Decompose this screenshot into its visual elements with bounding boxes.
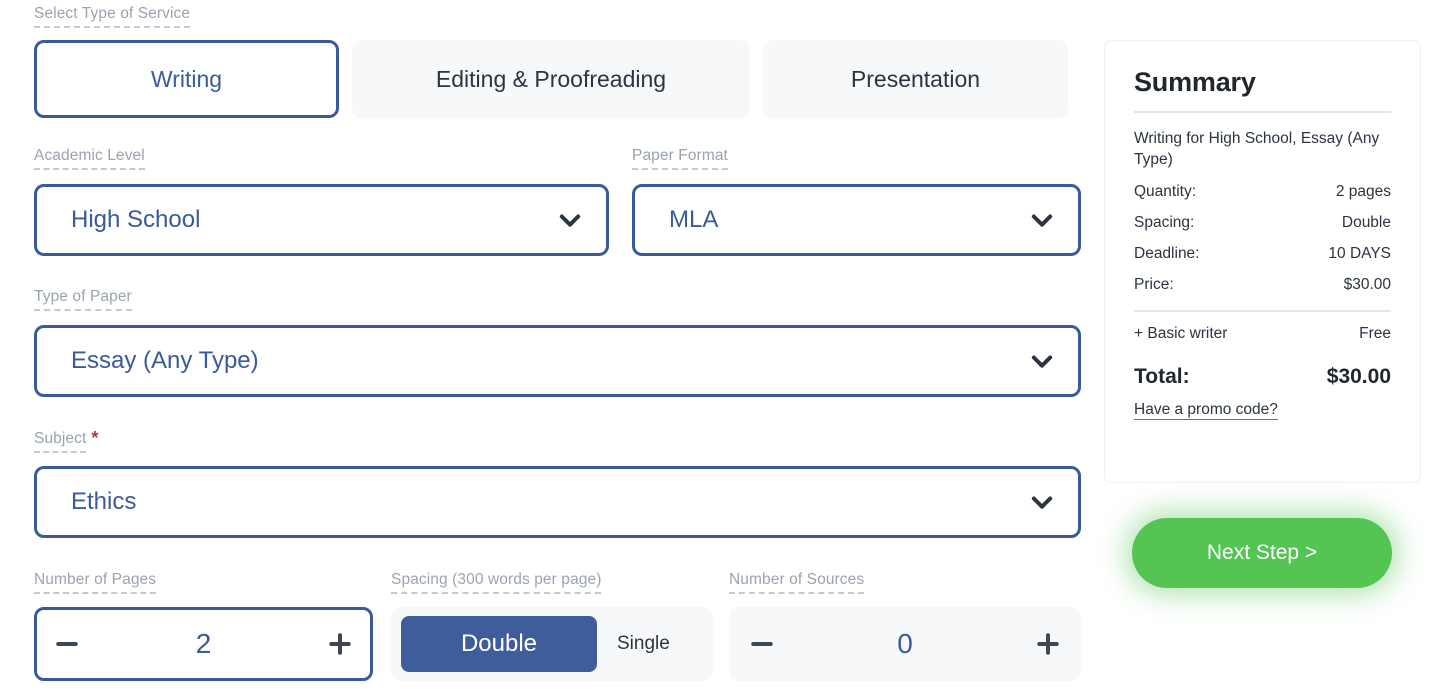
number-of-pages-stepper: 2 [34,607,373,681]
summary-row-spacing: Spacing: Double [1134,214,1391,232]
order-form-page: Select Type of Service Writing Editing &… [0,0,1438,700]
summary-title: Summary [1134,67,1256,97]
academic-level-label: Academic Level [34,147,145,170]
number-of-sources-stepper: 0 [729,607,1081,681]
number-of-sources-label: Number of Sources [729,571,865,594]
tab-presentation[interactable]: Presentation [763,40,1068,118]
summary-row-addon-value: Free [1359,325,1391,342]
paper-format-label: Paper Format [632,147,728,170]
tab-editing-proofreading-label: Editing & Proofreading [435,65,667,92]
summary-row-price-label: Price: [1134,276,1174,293]
paper-format-label-wrap: Paper Format [632,147,728,170]
minus-icon[interactable] [732,610,792,678]
chevron-down-icon [1028,347,1056,375]
summary-row-addon-label: + Basic writer [1134,325,1228,342]
tab-writing[interactable]: Writing [34,40,339,118]
number-of-pages-label-wrap: Number of Pages [34,571,157,594]
chevron-down-icon [1028,488,1056,516]
academic-level-select[interactable]: High School [34,184,609,256]
summary-card: Summary Writing for High School, Essay (… [1104,40,1421,483]
type-of-paper-select[interactable]: Essay (Any Type) [34,325,1081,397]
spacing-option-double-label: Double [460,630,538,657]
spacing-option-single[interactable]: Single [597,616,690,672]
next-step-button-wrap: Next Step > [1132,518,1392,588]
summary-row-quantity-value: 2 pages [1335,183,1391,200]
paper-format-value: MLA [669,206,719,233]
plus-icon[interactable] [1018,610,1078,678]
summary-row-quantity-label: Quantity: [1134,183,1197,200]
summary-row-deadline: Deadline: 10 DAYS [1134,245,1391,263]
next-step-button[interactable]: Next Step > [1132,518,1392,588]
tab-presentation-label: Presentation [850,65,981,92]
type-of-paper-label-wrap: Type of Paper [34,288,132,311]
summary-row-addon: + Basic writer Free [1134,325,1391,343]
plus-icon[interactable] [310,610,370,678]
spacing-toggle: Double Single [391,607,713,681]
summary-row-price: Price: $30.00 [1134,276,1391,294]
summary-total-row: Total: $30.00 [1134,365,1391,389]
spacing-label: Spacing (300 words per page) [391,571,602,594]
subject-value: Ethics [71,488,137,515]
summary-row-deadline-value: 10 DAYS [1328,245,1391,262]
service-type-label-wrap: Select Type of Service [34,5,191,28]
tab-writing-label: Writing [150,65,223,92]
chevron-down-icon [556,206,584,234]
number-of-sources-label-wrap: Number of Sources [729,571,865,594]
spacing-option-single-label: Single [617,633,670,654]
number-of-pages-label: Number of Pages [34,571,157,594]
service-type-tabs: Writing Editing & Proofreading Presentat… [34,40,1068,118]
subject-label-wrap: Subject * [34,429,98,453]
summary-row-spacing-label: Spacing: [1134,214,1195,231]
summary-total-label: Total: [1134,365,1190,388]
minus-icon[interactable] [37,610,97,678]
chevron-down-icon [1028,206,1056,234]
summary-divider-bottom [1134,310,1391,312]
summary-row-price-value: $30.00 [1343,276,1391,293]
promo-code-link[interactable]: Have a promo code? [1134,400,1278,420]
subject-label: Subject [34,430,87,453]
summary-total-value: $30.00 [1326,365,1391,388]
summary-row-quantity: Quantity: 2 pages [1134,183,1391,201]
spacing-label-wrap: Spacing (300 words per page) [391,571,602,594]
service-type-label: Select Type of Service [34,5,191,28]
number-of-sources-value: 0 [897,628,913,659]
type-of-paper-label: Type of Paper [34,288,132,311]
summary-row-spacing-value: Double [1341,214,1391,231]
number-of-pages-value: 2 [195,628,212,659]
summary-description: Writing for High School, Essay (Any Type… [1134,130,1380,168]
tab-editing-proofreading[interactable]: Editing & Proofreading [352,40,750,118]
summary-row-deadline-label: Deadline: [1134,245,1200,262]
paper-format-select[interactable]: MLA [632,184,1081,256]
type-of-paper-value: Essay (Any Type) [71,347,259,374]
required-asterisk: * [91,428,99,448]
subject-select[interactable]: Ethics [34,466,1081,538]
academic-level-label-wrap: Academic Level [34,147,145,170]
summary-divider-top [1134,111,1391,113]
spacing-option-double[interactable]: Double [401,616,597,672]
academic-level-value: High School [71,206,201,233]
